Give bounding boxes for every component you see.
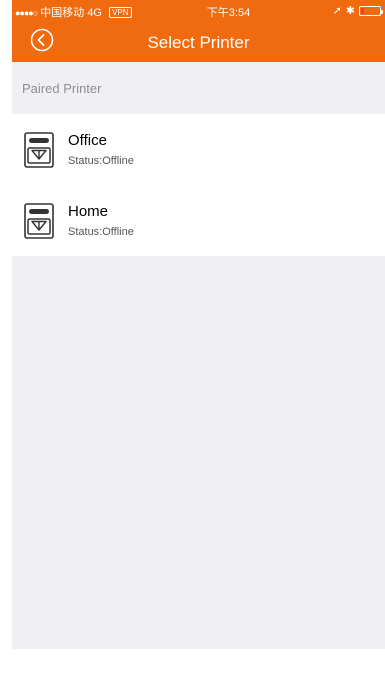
printer-name: Office	[68, 132, 107, 149]
list-item-printer-home[interactable]: Home Status:Offline	[12, 185, 385, 256]
printer-list: Office Status:Offline Home Status:Offlin…	[12, 114, 385, 256]
battery-icon	[359, 5, 383, 16]
list-item-printer-office[interactable]: Office Status:Offline	[12, 114, 385, 185]
nav-bar: Select Printer	[12, 22, 385, 62]
app-screen: ●●●●○ 中国移动 4G VPN 下午3:54 ➚ ✱ Select Prin…	[12, 0, 385, 649]
app-header: ●●●●○ 中国移动 4G VPN 下午3:54 ➚ ✱ Select Prin…	[12, 0, 385, 62]
bluetooth-icon: ✱	[345, 5, 355, 17]
printer-icon	[24, 203, 54, 239]
printer-status: Status:Offline	[68, 155, 134, 167]
printer-icon	[24, 132, 54, 168]
battery-level	[361, 7, 364, 14]
status-time: 下午3:54	[206, 7, 251, 19]
section-header: Paired Printer	[12, 62, 385, 114]
section-label: Paired Printer	[22, 81, 102, 96]
location-icon: ➚	[332, 5, 342, 17]
phone-frame: ●●●●○ 中国移动 4G VPN 下午3:54 ➚ ✱ Select Prin…	[0, 0, 385, 674]
battery-cap	[381, 9, 383, 14]
status-right: ➚ ✱	[332, 4, 383, 17]
status-bar: ●●●●○ 中国移动 4G VPN 下午3:54 ➚ ✱	[12, 0, 385, 20]
page-title: Select Printer	[147, 33, 250, 52]
printer-name: Home	[68, 203, 109, 220]
printer-status: Status:Offline	[68, 226, 134, 238]
